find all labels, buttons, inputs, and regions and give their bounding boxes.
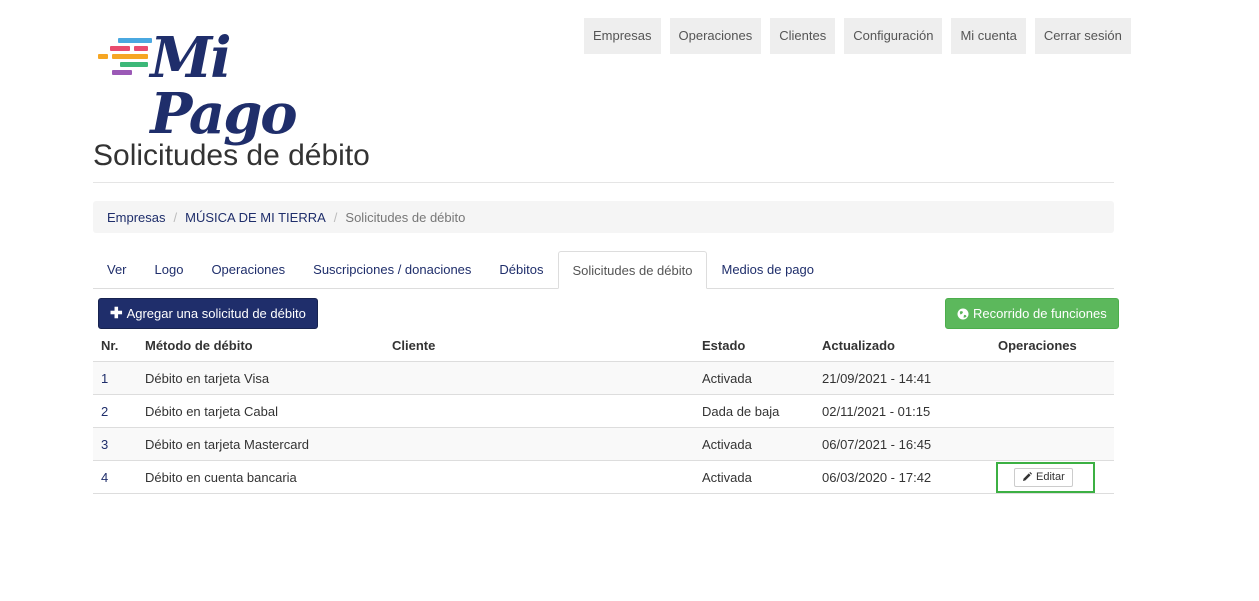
- add-debit-request-button[interactable]: ✚ Agregar una solicitud de débito: [98, 298, 318, 329]
- header-updated: Actualizado: [822, 337, 895, 353]
- row-status: Dada de baja: [702, 403, 780, 419]
- add-debit-request-label: Agregar una solicitud de débito: [126, 306, 306, 321]
- tab-ver[interactable]: Ver: [93, 251, 141, 289]
- feature-tour-label: Recorrido de funciones: [973, 306, 1107, 321]
- breadcrumb-empresas[interactable]: Empresas: [107, 210, 166, 225]
- breadcrumb: Empresas / MÚSICA DE MI TIERRA / Solicit…: [93, 201, 1114, 233]
- tab-bar: Ver Logo Operaciones Suscripciones / don…: [93, 251, 1114, 289]
- edit-label: Editar: [1036, 471, 1065, 483]
- top-navigation: Empresas Operaciones Clientes Configurac…: [584, 18, 1131, 54]
- brand-name: Mi Pago: [150, 25, 297, 147]
- edit-button[interactable]: Editar: [1014, 467, 1073, 487]
- row-nr[interactable]: 2: [93, 404, 145, 419]
- row-operations: Editar: [996, 461, 1114, 493]
- row-updated: 06/03/2020 - 17:42: [822, 469, 932, 485]
- nav-mi-cuenta[interactable]: Mi cuenta: [951, 18, 1026, 54]
- breadcrumb-separator: /: [173, 209, 178, 225]
- table-row: 1 Débito en tarjeta Visa Activada 21/09/…: [93, 362, 1114, 395]
- row-method: Débito en tarjeta Visa: [145, 370, 270, 386]
- row-status: Activada: [702, 370, 752, 386]
- tab-logo[interactable]: Logo: [141, 251, 198, 289]
- pencil-icon: [1023, 472, 1032, 481]
- header-nr: Nr.: [101, 337, 119, 353]
- globe-icon: [957, 308, 969, 319]
- row-nr[interactable]: 1: [93, 371, 145, 386]
- breadcrumb-current: Solicitudes de débito: [345, 209, 466, 225]
- table-row: 4 Débito en cuenta bancaria Activada 06/…: [93, 461, 1114, 494]
- row-status: Activada: [702, 436, 752, 452]
- nav-cerrar-sesion[interactable]: Cerrar sesión: [1034, 18, 1131, 54]
- breadcrumb-separator: /: [333, 209, 338, 225]
- header-client: Cliente: [392, 337, 436, 353]
- row-status: Activada: [702, 469, 752, 485]
- table-row: 2 Débito en tarjeta Cabal Dada de baja 0…: [93, 395, 1114, 428]
- tab-solicitudes-de-debito[interactable]: Solicitudes de débito: [557, 251, 708, 289]
- tab-debitos[interactable]: Débitos: [485, 251, 557, 289]
- row-updated: 06/07/2021 - 16:45: [822, 436, 932, 452]
- brand-logo[interactable]: Mi Pago: [98, 30, 360, 142]
- row-method: Débito en tarjeta Cabal: [145, 403, 278, 419]
- row-nr[interactable]: 3: [93, 437, 145, 452]
- nav-configuracion[interactable]: Configuración: [844, 18, 943, 54]
- page-title: Solicitudes de débito: [93, 139, 370, 172]
- nav-clientes[interactable]: Clientes: [770, 18, 836, 54]
- tab-medios-de-pago[interactable]: Medios de pago: [707, 251, 828, 289]
- breadcrumb-company[interactable]: MÚSICA DE MI TIERRA: [185, 210, 326, 225]
- feature-tour-button[interactable]: Recorrido de funciones: [945, 298, 1119, 329]
- tab-operaciones[interactable]: Operaciones: [197, 251, 299, 289]
- nav-empresas[interactable]: Empresas: [584, 18, 661, 54]
- plus-icon: ✚: [110, 305, 123, 322]
- debit-requests-table: Nr. Método de débito Cliente Estado Actu…: [93, 329, 1114, 494]
- row-method: Débito en cuenta bancaria: [145, 469, 297, 485]
- header-operations: Operaciones: [998, 337, 1077, 353]
- row-method: Débito en tarjeta Mastercard: [145, 436, 310, 452]
- row-updated: 21/09/2021 - 14:41: [822, 370, 932, 386]
- logo-bars-icon: [98, 38, 152, 82]
- table-row: 3 Débito en tarjeta Mastercard Activada …: [93, 428, 1114, 461]
- row-nr[interactable]: 4: [93, 470, 145, 485]
- header-method: Método de débito: [145, 337, 253, 353]
- header-status: Estado: [702, 337, 746, 353]
- nav-operaciones[interactable]: Operaciones: [669, 18, 762, 54]
- table-header: Nr. Método de débito Cliente Estado Actu…: [93, 329, 1114, 362]
- row-updated: 02/11/2021 - 01:15: [822, 403, 931, 419]
- highlight-box: Editar: [996, 461, 1095, 493]
- tab-suscripciones[interactable]: Suscripciones / donaciones: [299, 251, 485, 289]
- title-divider: [93, 182, 1114, 183]
